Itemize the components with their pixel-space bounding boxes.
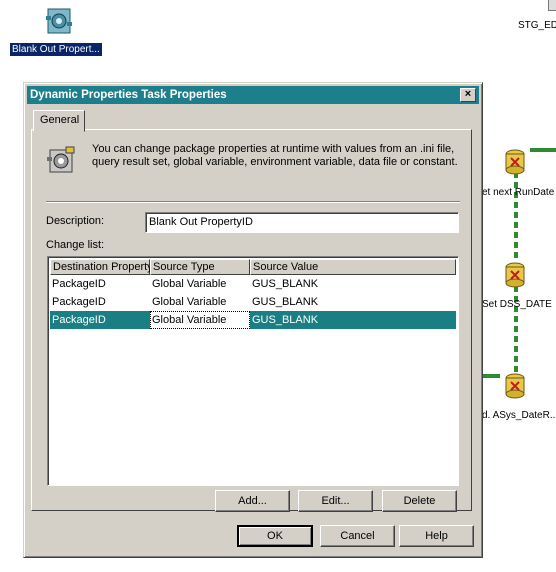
task-label[interactable]: Blank Out Propert... <box>10 43 102 56</box>
step-label: Set DSS_DATE <box>482 299 552 310</box>
sql-task-icon[interactable] <box>502 372 528 400</box>
cell-source-value: GUS_BLANK <box>252 278 319 290</box>
workflow-connector <box>482 374 500 378</box>
column-header-source-value[interactable]: Source Value <box>250 259 456 275</box>
cell-destination: PackageID <box>52 278 106 290</box>
list-row-selected[interactable]: PackageID Global Variable GUS_BLANK <box>50 311 456 329</box>
sql-task-icon[interactable] <box>502 148 528 176</box>
column-header-source-type[interactable]: Source Type <box>150 259 250 275</box>
stg-step-icon[interactable] <box>548 0 556 11</box>
stg-step-label: STG_ED <box>518 20 556 31</box>
workflow-connector <box>514 168 518 260</box>
sql-task-icon[interactable] <box>502 261 528 289</box>
cell-source-value: GUS_BLANK <box>252 296 319 308</box>
step-label: d. ASys_DateR... <box>482 410 556 421</box>
edit-button[interactable]: Edit... <box>298 490 373 512</box>
close-icon: × <box>464 88 472 100</box>
dynamic-properties-dialog: Dynamic Properties Task Properties × Gen… <box>23 82 483 558</box>
workflow-connector <box>514 282 518 374</box>
list-row[interactable]: PackageID Global Variable GUS_BLANK <box>50 275 456 293</box>
description-value: Blank Out PropertyID <box>149 216 253 228</box>
cell-destination: PackageID <box>52 296 106 308</box>
cell-source-type: Global Variable <box>150 311 250 329</box>
separator <box>46 201 460 203</box>
cell-source-value: GUS_BLANK <box>252 314 319 326</box>
dynamic-properties-info-icon <box>46 145 78 175</box>
workflow-connector <box>530 148 556 152</box>
change-list[interactable]: Destination Property Source Type Source … <box>47 256 459 486</box>
tab-general[interactable]: General <box>33 110 85 132</box>
info-text: You can change package properties at run… <box>92 143 458 168</box>
close-button[interactable]: × <box>460 88 476 102</box>
description-label: Description: <box>46 215 105 227</box>
list-row[interactable]: PackageID Global Variable GUS_BLANK <box>50 293 456 311</box>
help-button[interactable]: Help <box>399 525 474 547</box>
step-label: et next RunDate <box>482 187 555 198</box>
cell-source-type: Global Variable <box>152 278 227 290</box>
tab-general-label: General <box>40 114 80 126</box>
change-list-label: Change list: <box>46 239 105 251</box>
column-header-destination[interactable]: Destination Property <box>50 259 153 275</box>
dialog-titlebar[interactable]: Dynamic Properties Task Properties × <box>27 86 479 104</box>
delete-button[interactable]: Delete <box>382 490 457 512</box>
description-field[interactable]: Blank Out PropertyID <box>145 212 459 233</box>
cancel-button[interactable]: Cancel <box>320 525 395 547</box>
dialog-title: Dynamic Properties Task Properties <box>30 89 227 101</box>
dynamic-properties-task-icon[interactable] <box>44 6 74 36</box>
add-button[interactable]: Add... <box>215 490 290 512</box>
ok-button[interactable]: OK <box>237 525 313 547</box>
cell-source-type: Global Variable <box>152 296 227 308</box>
cell-destination: PackageID <box>52 314 106 326</box>
